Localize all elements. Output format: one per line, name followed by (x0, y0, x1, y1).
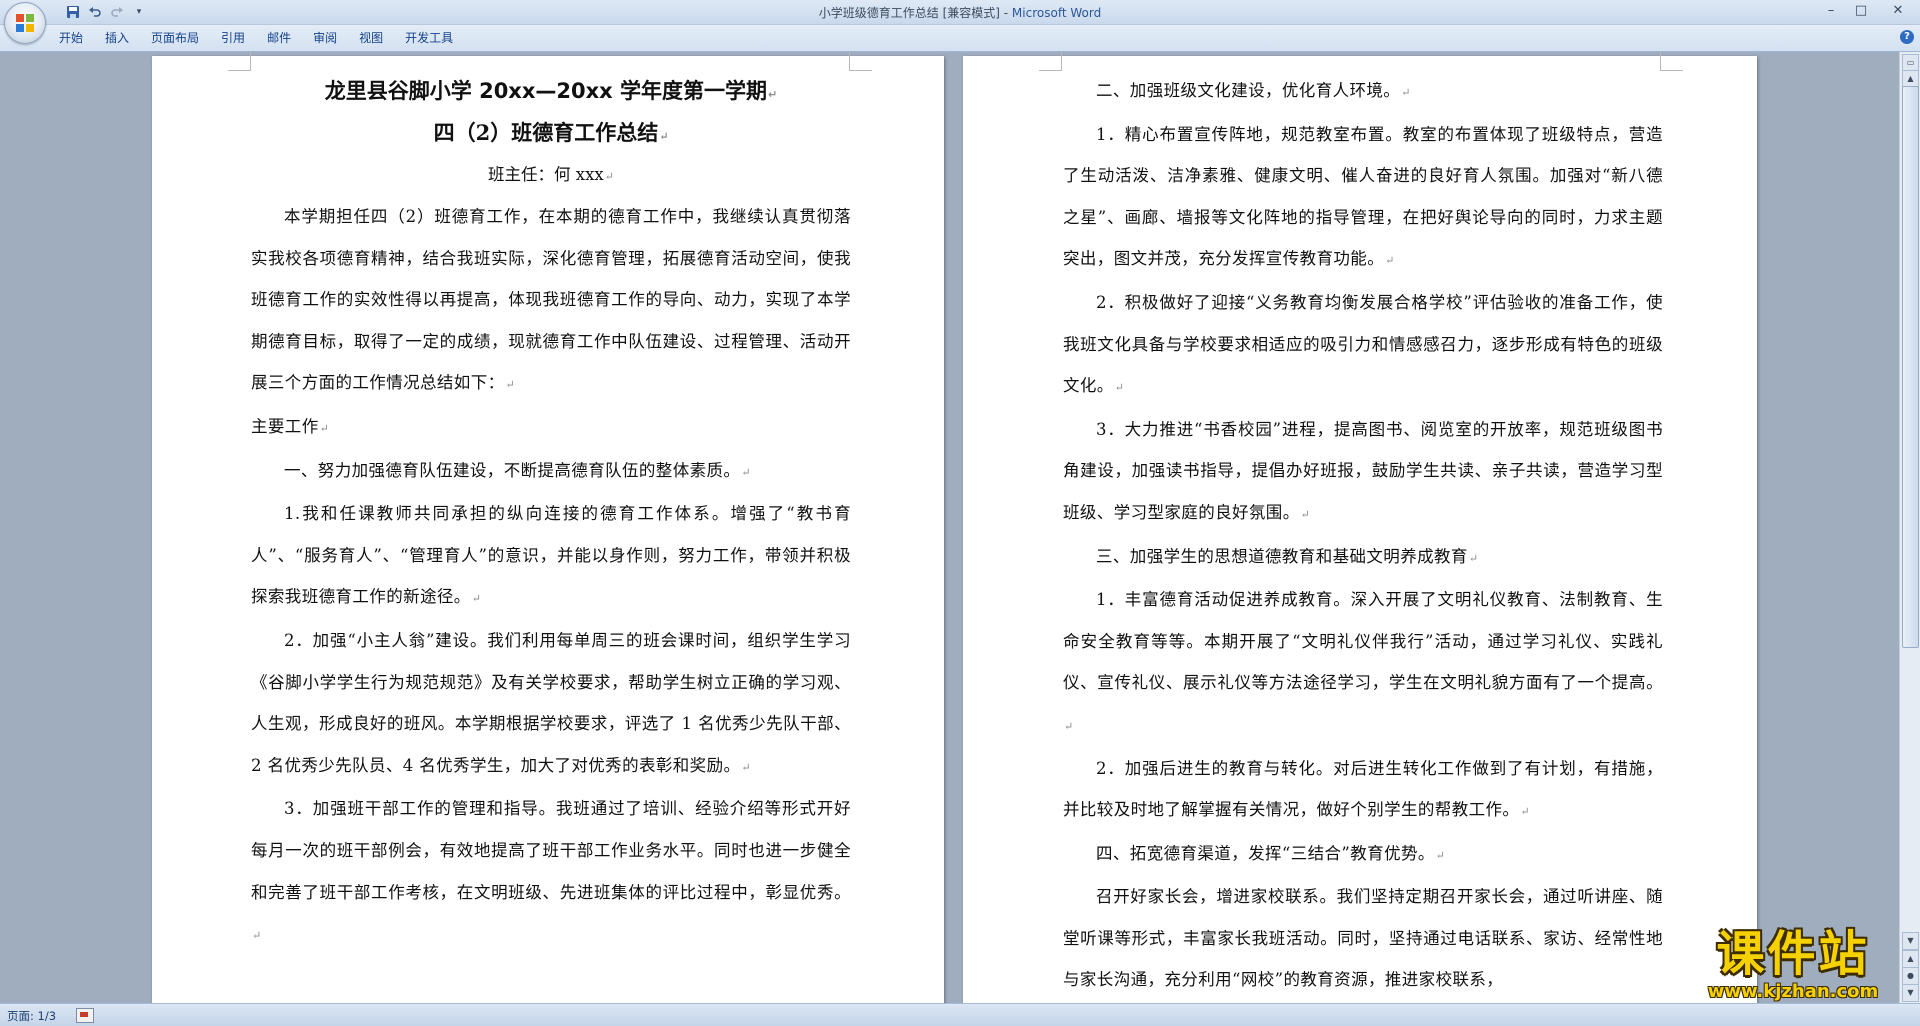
tab-review[interactable]: 审阅 (302, 30, 348, 46)
window-title: 小学班级德育工作总结 [兼容模式] - Microsoft Word (0, 4, 1920, 21)
proofing-icon[interactable] (76, 1008, 94, 1023)
crop-mark (1660, 52, 1683, 71)
paragraph: 1．丰富德育活动促进养成教育。深入开展了文明礼仪教育、法制教育、生命安全教育等等… (1063, 590, 1663, 733)
tab-references[interactable]: 引用 (210, 30, 256, 46)
section-heading: 主要工作↵ (251, 416, 330, 436)
status-bar: 页面: 1/3 (0, 1003, 1920, 1026)
help-icon[interactable]: ? (1900, 30, 1914, 44)
doc-title-line2: 四（2）班德育工作总结↵ (433, 120, 669, 145)
page-1[interactable]: 龙里县谷脚小学 20xx—20xx 学年度第一学期↵ 四（2）班德育工作总结↵ … (152, 52, 944, 1003)
crop-mark (849, 52, 872, 71)
section-heading: 二、加强班级文化建设，优化育人环境。↵ (1096, 81, 1411, 100)
tab-mailings[interactable]: 邮件 (256, 30, 302, 46)
page-1-content[interactable]: 龙里县谷脚小学 20xx—20xx 学年度第一学期↵ 四（2）班德育工作总结↵ … (251, 70, 851, 957)
tab-developer[interactable]: 开发工具 (394, 30, 464, 46)
watermark-logo: 课件站 www.kjzhan.com (1673, 926, 1913, 1002)
paragraph: 3．大力推进“书香校园”进程，提高图书、阅览室的开放率，规范班级图书角建设，加强… (1063, 419, 1663, 522)
maximize-button[interactable]: □ (1846, 0, 1876, 20)
ribbon-tabs: 开始 插入 页面布局 引用 邮件 审阅 视图 开发工具 (48, 30, 464, 46)
tab-page-layout[interactable]: 页面布局 (140, 30, 210, 46)
tab-home[interactable]: 开始 (48, 30, 94, 46)
page-2-content[interactable]: 二、加强班级文化建设，优化育人环境。↵ 1．精心布置宣传阵地，规范教室布置。教室… (1063, 70, 1663, 1001)
vertical-scrollbar[interactable]: ▭ ▲ ▼ ▲ ● ▼ (1899, 52, 1920, 1003)
minimize-button[interactable]: – (1816, 0, 1846, 20)
watermark-text: 课件站 (1716, 926, 1870, 982)
paragraph: 2．积极做好了迎接“义务教育均衡发展合格学校”评估验收的准备工作，使我班文化具备… (1063, 292, 1663, 396)
page-count[interactable]: 页面: 1/3 (7, 1008, 56, 1024)
close-button[interactable]: ✕ (1876, 0, 1920, 20)
section-heading: 一、努力加强德育队伍建设，不断提高德育队伍的整体素质。↵ (284, 460, 751, 480)
paragraph: 1.我和任课教师共同承担的纵向连接的德育工作体系。增强了“教书育人”、“服务育人… (251, 504, 851, 607)
doc-title-line1: 龙里县谷脚小学 20xx—20xx 学年度第一学期↵ (324, 79, 778, 103)
crop-mark (228, 52, 251, 71)
paragraph: 召开好家长会，增进家校联系。我们坚持定期召开家长会，通过听讲座、随堂听课等形式，… (1063, 887, 1663, 990)
window-controls: – □ ✕ (1816, 0, 1920, 20)
doc-byline: 班主任：何 xxx↵ (488, 165, 614, 184)
section-heading: 四、拓宽德育渠道，发挥“三结合”教育优势。↵ (1096, 843, 1446, 863)
crop-mark (1039, 52, 1062, 71)
tab-view[interactable]: 视图 (348, 30, 394, 46)
page-2[interactable]: 二、加强班级文化建设，优化育人环境。↵ 1．精心布置宣传阵地，规范教室布置。教室… (963, 52, 1757, 1003)
document-area[interactable]: 龙里县谷脚小学 20xx—20xx 学年度第一学期↵ 四（2）班德育工作总结↵ … (0, 52, 1900, 1003)
paragraph: 3．加强班干部工作的管理和指导。我班通过了培训、经验介绍等形式开好每月一次的班干… (251, 799, 851, 943)
watermark-url: www.kjzhan.com (1707, 981, 1879, 1002)
paragraph: 2．加强“小主人翁”建设。我们利用每单周三的班会课时间，组织学生学习《谷脚小学学… (251, 630, 851, 775)
document-title: 小学班级德育工作总结 [兼容模式] - (818, 6, 1012, 20)
tab-insert[interactable]: 插入 (94, 30, 140, 46)
office-button[interactable] (4, 2, 46, 44)
office-logo-icon (16, 14, 34, 32)
title-bar: ▾ 小学班级德育工作总结 [兼容模式] - Microsoft Word – □… (0, 0, 1920, 44)
paragraph: 2．加强后进生的教育与转化。对后进生转化工作做到了有计划，有措施，并比较及时地了… (1063, 758, 1663, 820)
paragraph: 本学期担任四（2）班德育工作，在本期的德育工作中，我继续认真贯彻落实我校各项德育… (251, 207, 851, 393)
section-heading: 三、加强学生的思想道德教育和基础文明养成教育↵ (1096, 546, 1479, 566)
app-name: Microsoft Word (1011, 6, 1102, 20)
ribbon: 开始 插入 页面布局 引用 邮件 审阅 视图 开发工具 ? (0, 25, 1920, 52)
paragraph: 1．精心布置宣传阵地，规范教室布置。教室的布置体现了班级特点，营造了生动活泼、洁… (1063, 124, 1663, 269)
scrollbar-thumb[interactable] (1902, 86, 1919, 648)
